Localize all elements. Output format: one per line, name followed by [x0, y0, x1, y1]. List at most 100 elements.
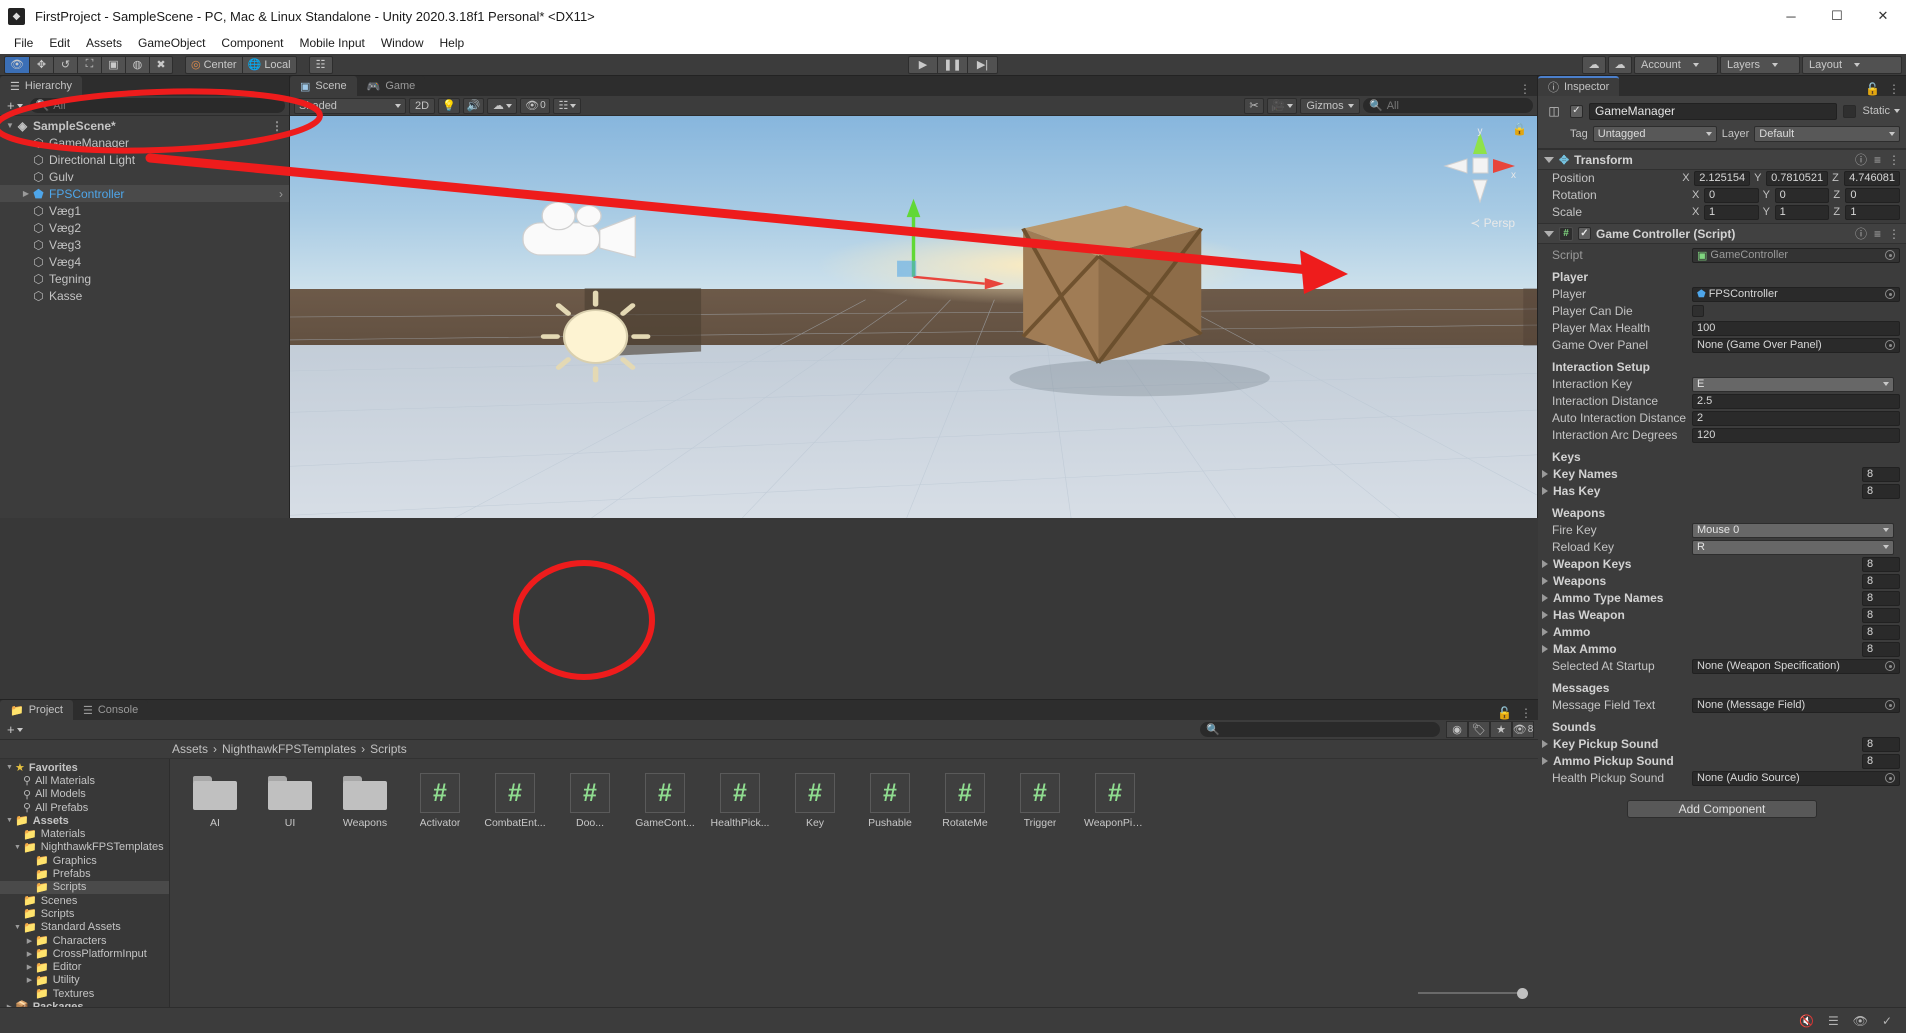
lock-icon[interactable]: 🔓 [1497, 706, 1512, 720]
expand-triangle-icon[interactable] [1542, 740, 1548, 748]
static-dropdown[interactable]: Static [1862, 105, 1900, 117]
scale-x-input[interactable]: 1 [1704, 204, 1759, 220]
array-row-ammo-pickup-sound[interactable]: Ammo Pickup Sound 8 [1538, 753, 1906, 769]
weapons-size-input[interactable]: 8 [1862, 573, 1900, 589]
kebab-menu-icon[interactable]: ⋮ [271, 119, 289, 133]
step-button[interactable]: ▶| [968, 55, 998, 74]
project-tree-item-all-materials[interactable]: ⚲ All Materials [0, 774, 169, 788]
project-tree-item-graphics[interactable]: 📁 Graphics [0, 854, 169, 868]
hierarchy-item-tegning[interactable]: ⬡ Tegning [0, 270, 289, 287]
tab-inspector[interactable]: ⓘ Inspector [1538, 76, 1620, 96]
preset-icon[interactable]: ≡ [1874, 227, 1881, 241]
game-controller-component-header[interactable]: # ✓ Game Controller (Script) ⓘ ≡ ⋮ [1538, 223, 1906, 244]
expand-triangle-icon[interactable] [1542, 628, 1548, 636]
array-row-key-pickup-sound[interactable]: Key Pickup Sound 8 [1538, 736, 1906, 752]
has-weapon-size-input[interactable]: 8 [1862, 607, 1900, 623]
health-pickup-sound-object-field[interactable]: None (Audio Source) [1692, 770, 1900, 786]
array-row-max-ammo[interactable]: Max Ammo 8 [1538, 641, 1906, 657]
custom-tool-icon[interactable]: ✖ [148, 55, 173, 74]
expand-triangle-icon[interactable] [1542, 645, 1548, 653]
layers-stats-icon[interactable]: ☰ [1828, 1014, 1839, 1028]
projection-label[interactable]: ≺ Persp [1470, 216, 1515, 230]
scene-tools-icon[interactable]: ✂ [1244, 97, 1264, 114]
tab-project[interactable]: 📁 Project [0, 700, 73, 720]
hierarchy-item-v-g3[interactable]: ⬡ Væg3 [0, 236, 289, 253]
expand-triangle-icon[interactable] [1542, 611, 1548, 619]
array-row-ammo[interactable]: Ammo 8 [1538, 624, 1906, 640]
array-row-has-weapon[interactable]: Has Weapon 8 [1538, 607, 1906, 623]
collapse-triangle-icon[interactable]: ▶ [24, 976, 35, 984]
mute-audio-icon[interactable]: 🔇 [1799, 1014, 1814, 1028]
hierarchy-item-samplescene-[interactable]: ▼ ◈ SampleScene* ⋮ [0, 117, 289, 134]
create-asset-button[interactable]: + [4, 722, 26, 737]
key-pickup-sound-size-input[interactable]: 8 [1862, 736, 1900, 752]
ammo-pickup-sound-size-input[interactable]: 8 [1862, 753, 1900, 769]
rotation-y-input[interactable]: 0 [1774, 187, 1830, 203]
object-picker-icon[interactable] [1885, 700, 1895, 710]
script-field-value[interactable]: ▣ GameController [1692, 247, 1900, 263]
collapse-triangle-icon[interactable] [1544, 230, 1554, 237]
array-row-ammo-type-names[interactable]: Ammo Type Names 8 [1538, 590, 1906, 606]
menu-gameobject[interactable]: GameObject [130, 34, 213, 52]
lock-icon[interactable]: 🔓 [1865, 82, 1880, 96]
array-row-has-key[interactable]: Has Key 8 [1538, 483, 1906, 499]
asset-item-ai[interactable]: AI [184, 773, 246, 829]
scale-y-input[interactable]: 1 [1774, 204, 1830, 220]
shading-mode-dropdown[interactable]: Shaded [294, 97, 406, 114]
expand-triangle-icon[interactable]: ▼ [4, 817, 15, 824]
help-icon[interactable]: ⓘ [1855, 151, 1867, 168]
asset-item-weaponpic-[interactable]: # WeaponPic... [1084, 773, 1146, 829]
pivot-rotation-button[interactable]: 🌐 Local [241, 55, 297, 74]
game-over-panel-object-field[interactable]: None (Game Over Panel) [1692, 337, 1900, 353]
transform-tool-icon[interactable]: ◍ [124, 55, 149, 74]
layout-dropdown[interactable]: Layout [1802, 55, 1902, 74]
interaction-arc-degrees-input[interactable]: 120 [1692, 427, 1900, 443]
expand-triangle-icon[interactable]: ▼ [12, 924, 23, 931]
menu-component[interactable]: Component [213, 34, 291, 52]
hidden-packages-toggle[interactable]: 👁 8 [1512, 721, 1534, 738]
max-ammo-size-input[interactable]: 8 [1862, 641, 1900, 657]
project-tree-item-scenes[interactable]: 📁 Scenes [0, 894, 169, 908]
interaction-distance-input[interactable]: 2.5 [1692, 393, 1900, 409]
tab-scene[interactable]: ▣ Scene [290, 76, 357, 96]
kebab-menu-icon[interactable]: ⋮ [1888, 227, 1900, 241]
breadcrumb-scripts[interactable]: Scripts [370, 742, 407, 756]
filter-favorites-icon[interactable]: ★ [1490, 721, 1512, 738]
tag-dropdown[interactable]: Untagged [1592, 126, 1717, 142]
menu-file[interactable]: File [6, 34, 41, 52]
kebab-menu-icon[interactable]: ⋮ [1888, 153, 1900, 167]
project-tree-item-all-prefabs[interactable]: ⚲ All Prefabs [0, 801, 169, 815]
lock-icon[interactable]: 🔒 [1512, 122, 1527, 136]
expand-triangle-icon[interactable] [1542, 487, 1548, 495]
asset-item-combatent-[interactable]: # CombatEnt... [484, 773, 546, 829]
cloud-icon[interactable]: ☁ [1608, 55, 1632, 74]
pivot-mode-button[interactable]: ◎ Center [184, 55, 242, 74]
project-asset-grid[interactable]: AI UI Weapons # Activator # CombatEnt... # Doo..… [170, 759, 1538, 1007]
array-row-weapon-keys[interactable]: Weapon Keys 8 [1538, 556, 1906, 572]
collab-icon[interactable]: ☁ [1582, 55, 1606, 74]
component-enabled-checkbox[interactable]: ✓ [1578, 227, 1591, 240]
asset-item-activator[interactable]: # Activator [409, 773, 471, 829]
asset-item-healthpick-[interactable]: # HealthPick... [709, 773, 771, 829]
scale-tool-icon[interactable]: ⛶ [76, 55, 101, 74]
kebab-menu-icon[interactable]: ⋮ [1519, 82, 1531, 96]
collapse-triangle-icon[interactable] [1544, 156, 1554, 163]
project-tree-item-materials[interactable]: 📁 Materials [0, 827, 169, 841]
scene-camera-dropdown[interactable]: 🎥 [1267, 97, 1297, 114]
expand-triangle-icon[interactable]: ▼ [12, 844, 23, 851]
project-tree-item-all-models[interactable]: ⚲ All Models [0, 788, 169, 801]
project-tree-item-scripts[interactable]: 📁 Scripts [0, 907, 169, 921]
auto-interaction-distance-input[interactable]: 2 [1692, 410, 1900, 426]
gameobject-name-input[interactable]: GameManager [1589, 102, 1838, 120]
pause-button[interactable]: ❚❚ [938, 55, 968, 74]
project-tree-item-scripts[interactable]: 📁 Scripts [0, 880, 169, 894]
asset-item-key[interactable]: # Key [784, 773, 846, 829]
scene-viewport[interactable]: y x 🔒 ≺ Persp [290, 116, 1537, 518]
project-tree-item-editor[interactable]: ▶ 📁 Editor [0, 960, 169, 974]
project-tree-item-nighthawkfpstemplates[interactable]: ▼ 📁 NighthawkFPSTemplates [0, 841, 169, 854]
has-key-size-input[interactable]: 8 [1862, 483, 1900, 499]
hierarchy-item-gulv[interactable]: ⬡ Gulv [0, 168, 289, 185]
hierarchy-item-gamemanager[interactable]: ⬡ GameManager [0, 134, 289, 151]
menu-assets[interactable]: Assets [78, 34, 130, 52]
scene-view-axis-gizmo[interactable]: y x [1441, 126, 1519, 206]
